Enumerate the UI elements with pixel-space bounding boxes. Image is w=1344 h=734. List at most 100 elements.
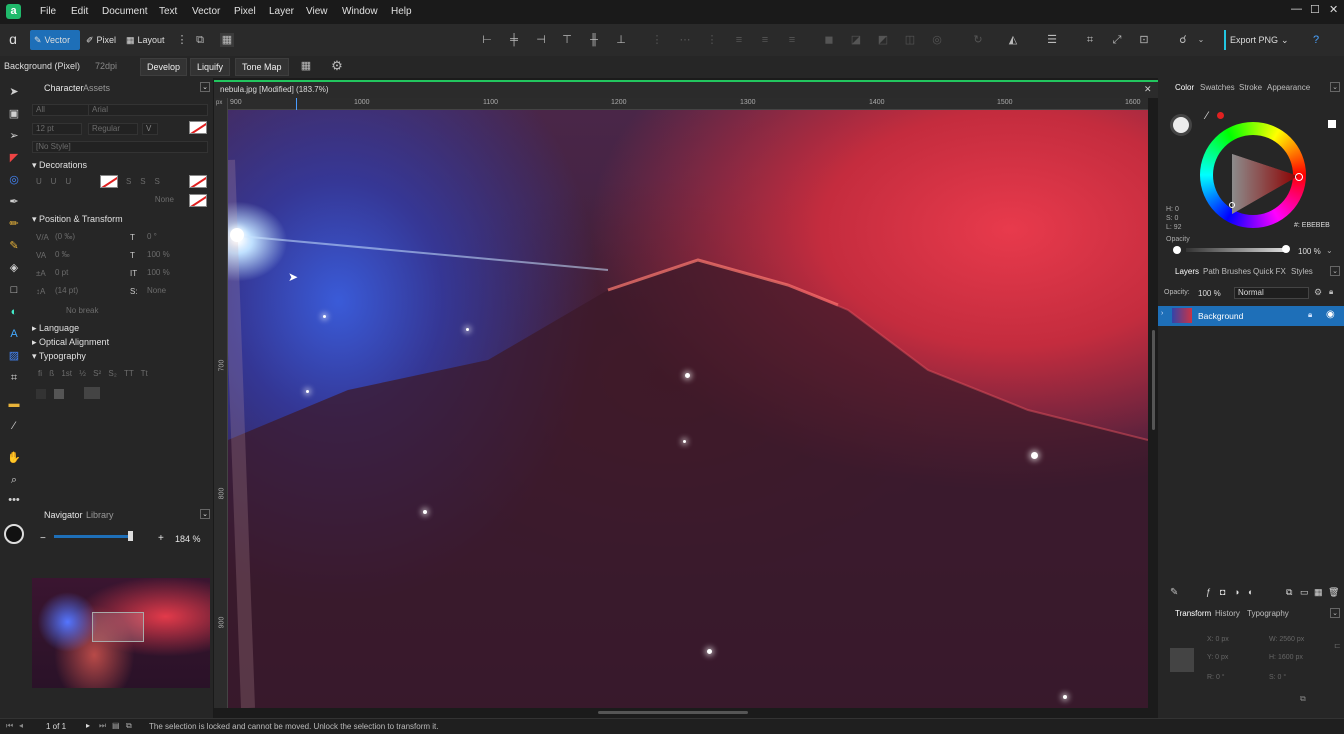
layer-settings-gear-icon[interactable]: ⚙ [1314, 287, 1322, 298]
horizontal-ruler[interactable]: 900 1000 1100 1200 1300 1400 1500 1600 [228, 98, 1148, 110]
tab-stroke[interactable]: Stroke [1239, 83, 1262, 92]
place-image-icon[interactable]: ▨ [6, 348, 22, 364]
navigator-menu-icon[interactable]: ⌄ [200, 509, 210, 519]
lock-icon[interactable]: 🔒︎ [1329, 287, 1333, 297]
tab-styles[interactable]: Styles [1291, 267, 1313, 276]
tab-typography[interactable]: Typography [1247, 609, 1289, 618]
opacity-dropdown-icon[interactable]: ⌄ [1326, 246, 1333, 255]
layer-expand-icon[interactable]: › [1161, 310, 1163, 317]
boolean-xor-icon[interactable]: ◫ [903, 33, 917, 47]
anchor-selector-icon[interactable] [1170, 648, 1194, 672]
color-well-icon[interactable] [4, 524, 24, 544]
saturation-handle[interactable] [1229, 202, 1235, 208]
close-document-icon[interactable]: ✕ [1144, 84, 1152, 95]
pen-tool-icon[interactable]: ✒ [6, 194, 22, 210]
decoration-style-field[interactable]: None [32, 195, 178, 207]
text-color-swatch[interactable] [189, 121, 207, 134]
pixel-layer-icon[interactable]: ▦ [1314, 587, 1323, 598]
assistant-icon[interactable]: ☌ [1176, 33, 1190, 47]
grid-toggle-icon[interactable]: ▦ [299, 59, 313, 73]
distribute-icon[interactable]: ⋮ [650, 33, 664, 47]
persona-layout-button[interactable]: ▦ Layout [122, 30, 169, 50]
distribute-h-icon[interactable]: ⋯ [678, 33, 692, 47]
strike-icon[interactable]: S S S [126, 177, 160, 186]
typo-option-b-icon[interactable] [54, 389, 64, 399]
menu-text[interactable]: Text [159, 6, 177, 17]
decorations-header[interactable]: ▾ Decorations [32, 160, 87, 171]
font-size-field[interactable]: 12 pt [32, 123, 82, 135]
transparency-tool-icon[interactable]: ◐ [6, 304, 22, 320]
decoration-fill-swatch[interactable] [189, 194, 207, 207]
menu-layer[interactable]: Layer [269, 6, 294, 17]
hue-handle[interactable] [1295, 173, 1303, 181]
kerning-field[interactable]: 0 ‰ [52, 250, 112, 262]
typography-glyphs[interactable]: fi ß 1st ½ S² S₂ TT Tt [38, 369, 148, 378]
vertical-scrollbar[interactable] [1152, 330, 1155, 430]
tab-path-brushes[interactable]: Path Brushes [1203, 267, 1251, 276]
opacity-slider-handle[interactable] [1282, 245, 1290, 253]
space-icon[interactable]: ≡ [732, 33, 746, 47]
space-v-icon[interactable]: ≡ [758, 33, 772, 47]
more-tools-icon[interactable]: ••• [6, 492, 22, 508]
tab-history[interactable]: History [1215, 609, 1240, 618]
boolean-subtract-icon[interactable]: ◪ [849, 33, 863, 47]
more-options-icon[interactable]: ⋮ [175, 33, 189, 47]
close-window-icon[interactable]: ✕ [1329, 3, 1338, 16]
decoration-color-swatch[interactable] [100, 175, 118, 188]
tab-color[interactable]: Color [1175, 83, 1194, 92]
horizontal-scrollbar[interactable] [598, 711, 748, 714]
strike-color-swatch[interactable] [189, 175, 207, 188]
opacity-value[interactable]: 100 % [1298, 247, 1321, 256]
spread-view-icon[interactable]: ⧉ [126, 721, 132, 731]
hand-tool-icon[interactable]: ✋ [6, 450, 22, 466]
fx-icon[interactable]: ƒ [1206, 587, 1211, 597]
align-top-icon[interactable]: ⊤ [560, 33, 574, 47]
transform-rotation[interactable]: R: 0 ° [1207, 674, 1225, 681]
liquify-button[interactable]: Liquify [190, 58, 231, 76]
position-transform-header[interactable]: ▾ Position & Transform [32, 214, 123, 225]
font-style-icon[interactable]: V [142, 123, 158, 135]
h-scale-field[interactable]: 100 % [144, 268, 204, 280]
text-style-field[interactable]: [No Style] [32, 141, 208, 153]
menu-vector[interactable]: Vector [192, 6, 220, 17]
image-canvas[interactable]: ➤ [228, 110, 1148, 708]
tab-quick-fx[interactable]: Quick FX [1253, 267, 1286, 276]
tab-assets[interactable]: Assets [83, 83, 110, 93]
artboard-tool-icon[interactable]: ▣ [6, 106, 22, 122]
vertical-ruler[interactable]: px 700 800 900 [214, 98, 228, 708]
boolean-intersect-icon[interactable]: ◩ [876, 33, 890, 47]
font-name-field[interactable]: Arial [88, 104, 208, 116]
recent-color-dot[interactable] [1217, 112, 1224, 119]
mask-icon[interactable]: ◘ [1220, 587, 1225, 597]
folder-icon[interactable]: ▭ [1300, 587, 1309, 598]
snapping-icon[interactable]: ⌗ [1083, 33, 1097, 47]
shear-field[interactable]: 0 ° [144, 232, 204, 244]
no-break-label[interactable]: No break [66, 306, 98, 315]
first-page-icon[interactable]: ⏮ [6, 721, 13, 731]
minimize-icon[interactable]: — [1291, 3, 1302, 15]
layer-opacity-value[interactable]: 100 % [1198, 289, 1221, 298]
resize-icon[interactable]: ⊡ [1137, 33, 1151, 47]
color-triangle[interactable] [1228, 154, 1300, 218]
app-logo-icon[interactable]: a [6, 4, 21, 19]
node-tool-icon[interactable]: ➢ [6, 128, 22, 144]
tab-swatches[interactable]: Swatches [1200, 83, 1235, 92]
tab-transform[interactable]: Transform [1175, 609, 1211, 618]
navigator-thumbnail[interactable] [32, 578, 210, 688]
transform-height[interactable]: H: 1600 px [1269, 654, 1303, 661]
font-weight-field[interactable]: Regular [88, 123, 138, 135]
space-h-icon[interactable]: ≡ [785, 33, 799, 47]
underline-icon[interactable]: U U U [36, 177, 71, 186]
tab-library[interactable]: Library [86, 510, 114, 520]
panel-menu-icon[interactable]: ⌄ [200, 82, 210, 92]
export-png-button[interactable]: Export PNG ⌄ [1224, 30, 1293, 50]
group-icon[interactable]: ⧉ [1286, 587, 1292, 598]
language-header[interactable]: ▸ Language [32, 323, 79, 334]
transform-width[interactable]: W: 2560 px [1269, 636, 1304, 643]
gear-icon[interactable]: ⚙ [330, 59, 344, 73]
navigator-view-rect[interactable] [92, 612, 144, 642]
eyedropper-icon[interactable]: ⁄ [1206, 110, 1208, 122]
tab-character[interactable]: Character [44, 83, 84, 93]
tab-appearance[interactable]: Appearance [1267, 83, 1310, 92]
menu-window[interactable]: Window [342, 6, 378, 17]
